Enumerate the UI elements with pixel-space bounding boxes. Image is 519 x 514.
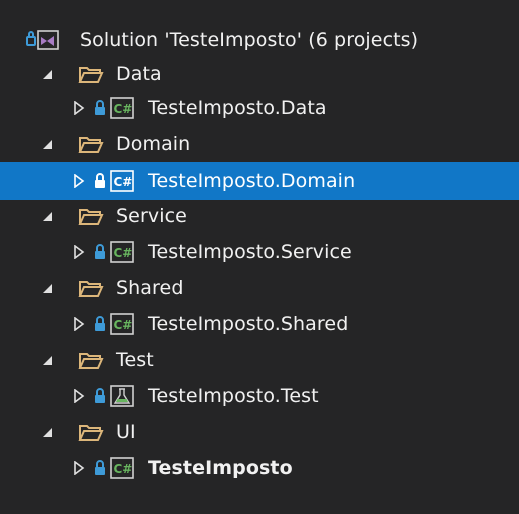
folder-label: Domain	[116, 133, 191, 155]
solution-explorer-tree: Solution 'TesteImposto' (6 projects) Dat…	[0, 0, 519, 514]
folder-node-ui[interactable]: UI	[0, 414, 519, 450]
folder-icon	[78, 134, 104, 154]
project-node-domain[interactable]: C# TesteImposto.Domain	[0, 162, 519, 200]
folder-icon	[78, 278, 104, 298]
folder-label: Test	[116, 349, 154, 371]
project-label: TesteImposto.Service	[148, 241, 352, 263]
folder-label: UI	[116, 421, 136, 443]
project-label: TesteImposto.Domain	[148, 170, 356, 192]
solution-icon	[26, 28, 60, 52]
svg-text:C#: C#	[114, 175, 133, 189]
solution-node[interactable]: Solution 'TesteImposto' (6 projects)	[0, 22, 519, 58]
folder-node-test[interactable]: Test	[0, 342, 519, 378]
lock-icon	[94, 388, 106, 404]
folder-icon	[78, 64, 104, 84]
project-node-service[interactable]: C# TesteImposto.Service	[0, 234, 519, 270]
collapsed-arrow-icon[interactable]	[72, 245, 86, 259]
collapsed-arrow-icon[interactable]	[72, 461, 86, 475]
svg-text:C#: C#	[114, 246, 133, 260]
lock-icon	[94, 173, 106, 189]
folder-label: Service	[116, 205, 187, 227]
svg-text:C#: C#	[114, 462, 133, 476]
folder-node-service[interactable]: Service	[0, 198, 519, 234]
lock-icon	[94, 244, 106, 260]
csharp-project-icon: C#	[110, 313, 134, 335]
collapsed-arrow-icon[interactable]	[72, 389, 86, 403]
folder-icon	[78, 422, 104, 442]
expanded-arrow-icon[interactable]	[40, 425, 54, 439]
project-label: TesteImposto.Data	[148, 97, 327, 119]
csharp-project-icon: C#	[110, 457, 134, 479]
csharp-project-icon: C#	[110, 241, 134, 263]
csharp-project-icon: C#	[110, 97, 134, 119]
folder-node-data[interactable]: Data	[0, 56, 519, 92]
lock-icon	[94, 100, 106, 116]
lock-icon	[94, 316, 106, 332]
collapsed-arrow-icon[interactable]	[72, 101, 86, 115]
project-node-test[interactable]: TesteImposto.Test	[0, 378, 519, 414]
project-node-shared[interactable]: C# TesteImposto.Shared	[0, 306, 519, 342]
project-node-ui[interactable]: C# TesteImposto	[0, 450, 519, 486]
lock-icon	[94, 460, 106, 476]
startup-project-label: TesteImposto	[148, 457, 293, 479]
folder-icon	[78, 206, 104, 226]
folder-node-domain[interactable]: Domain	[0, 126, 519, 162]
svg-text:C#: C#	[114, 318, 133, 332]
expanded-arrow-icon[interactable]	[40, 209, 54, 223]
solution-label: Solution 'TesteImposto' (6 projects)	[80, 29, 419, 51]
collapsed-arrow-icon[interactable]	[72, 174, 86, 188]
test-project-icon	[110, 385, 134, 407]
project-node-data[interactable]: C# TesteImposto.Data	[0, 90, 519, 126]
svg-text:C#: C#	[114, 102, 133, 116]
folder-node-shared[interactable]: Shared	[0, 270, 519, 306]
expanded-arrow-icon[interactable]	[40, 137, 54, 151]
collapsed-arrow-icon[interactable]	[72, 317, 86, 331]
project-label: TesteImposto.Shared	[148, 313, 349, 335]
project-label: TesteImposto.Test	[148, 385, 319, 407]
folder-label: Data	[116, 63, 162, 85]
expanded-arrow-icon[interactable]	[40, 353, 54, 367]
expanded-arrow-icon[interactable]	[40, 281, 54, 295]
csharp-project-icon: C#	[110, 170, 134, 192]
expanded-arrow-icon[interactable]	[40, 67, 54, 81]
folder-icon	[78, 350, 104, 370]
folder-label: Shared	[116, 277, 184, 299]
